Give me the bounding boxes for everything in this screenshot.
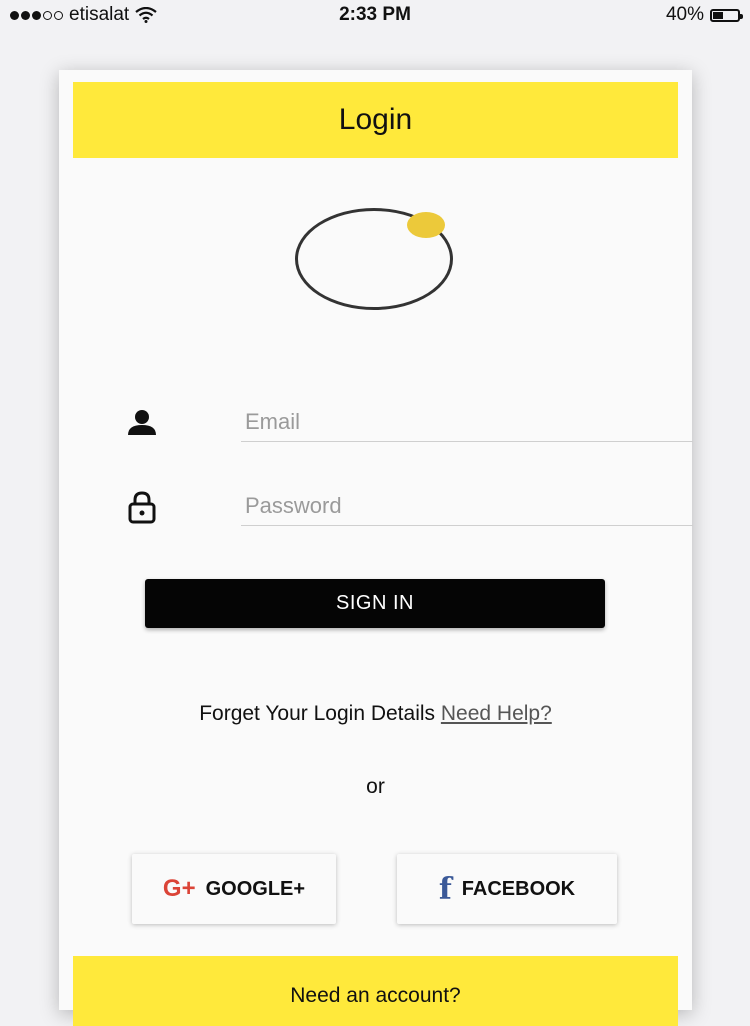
password-row [119, 486, 693, 530]
logo-dot [407, 212, 445, 238]
need-account-button[interactable]: Need an account? [73, 956, 678, 1026]
wifi-icon [135, 7, 157, 23]
email-row [119, 402, 693, 446]
facebook-label: FACEBOOK [461, 877, 576, 900]
or-divider: or [366, 775, 385, 798]
google-login-button[interactable]: G+ GOOGLE+ [132, 854, 336, 924]
password-field[interactable] [241, 486, 693, 526]
help-text: Forget Your Login Details [199, 702, 436, 725]
lock-icon [128, 491, 156, 524]
app-logo [295, 208, 453, 310]
login-card: Login SIGN IN Forget Your Login Details … [59, 70, 693, 1026]
user-icon [128, 410, 156, 435]
google-label: GOOGLE+ [205, 877, 306, 900]
status-left: etisalat [10, 4, 157, 26]
battery-icon [710, 8, 743, 22]
sign-in-button[interactable]: SIGN IN [145, 579, 605, 628]
page-title: Login [338, 103, 413, 136]
facebook-login-button[interactable]: f FACEBOOK [397, 854, 617, 924]
email-field[interactable] [241, 402, 693, 442]
login-header: Login [73, 82, 678, 158]
need-account-label: Need an account? [290, 984, 461, 1007]
help-line: Forget Your Login Details Need Help? [59, 702, 692, 726]
facebook-icon: f [438, 871, 452, 907]
need-help-link[interactable]: Need Help? [441, 702, 552, 725]
battery-percent: 40% [665, 4, 704, 25]
status-bar: etisalat 2:33 PM 40% [0, 0, 750, 30]
status-right: 40% [665, 4, 743, 26]
signal-strength-icon [10, 10, 63, 20]
battery-fill [713, 11, 724, 19]
carrier-name: etisalat [69, 4, 130, 25]
google-plus-icon: G+ [162, 875, 196, 902]
